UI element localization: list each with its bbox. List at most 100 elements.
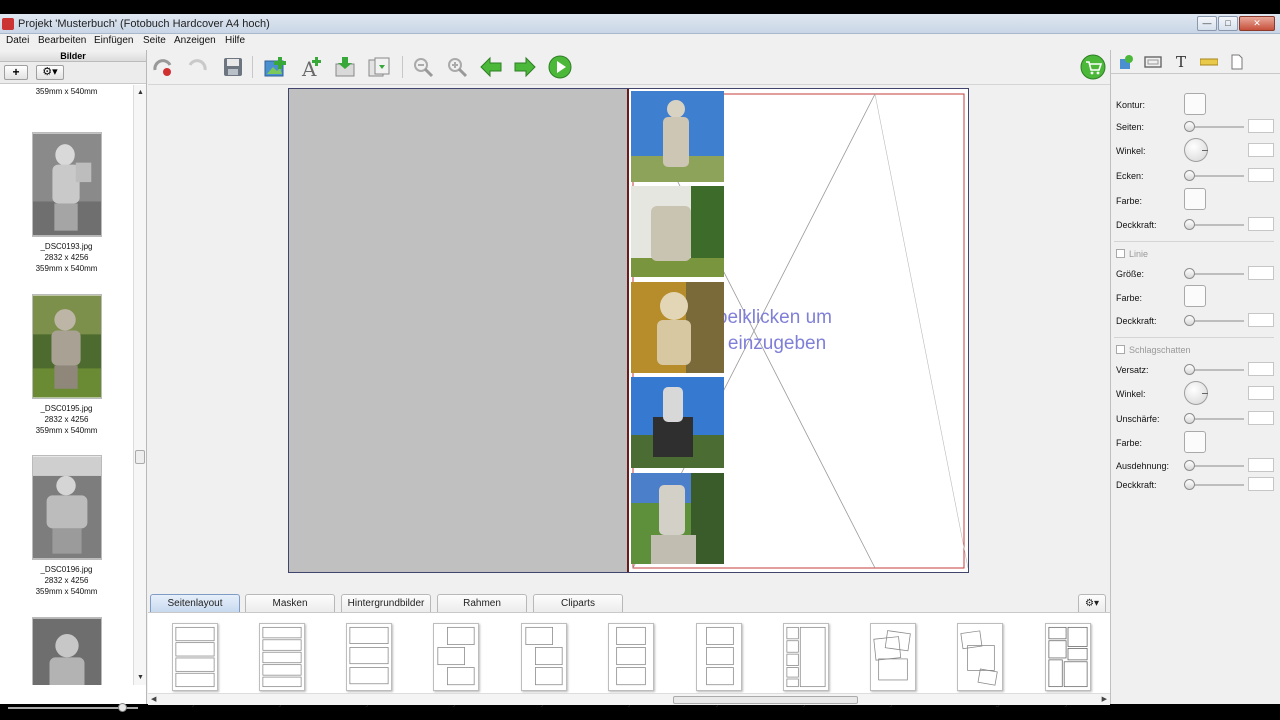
menu-einfuegen[interactable]: Einfügen — [94, 35, 133, 46]
prev-page-icon[interactable] — [478, 54, 504, 80]
maximize-button[interactable]: □ — [1218, 16, 1238, 31]
images-scrollbar[interactable]: ▲ ▼ — [133, 85, 146, 685]
statue-thumbnail-icon[interactable] — [31, 132, 102, 237]
page-icon[interactable] — [1227, 54, 1247, 70]
menu-bearbeiten[interactable]: Bearbeiten — [38, 35, 86, 46]
scroll-down-icon[interactable]: ▼ — [137, 674, 144, 681]
photo-frame-2[interactable] — [631, 186, 724, 277]
tab-rahmen[interactable]: Rahmen — [437, 594, 527, 612]
tab-seitenlayout[interactable]: Seitenlayout — [150, 594, 240, 612]
close-button[interactable]: ✕ — [1239, 16, 1275, 31]
menu-hilfe[interactable]: Hilfe — [225, 35, 245, 46]
versatz-slider[interactable] — [1184, 364, 1244, 375]
layout-gallery-scrollbar[interactable]: ◀ ▶ — [148, 693, 1110, 705]
unschaerfe-input[interactable] — [1248, 411, 1274, 425]
add-text-icon[interactable]: A — [298, 54, 324, 80]
properties-icon[interactable] — [1116, 54, 1136, 70]
slider-knob[interactable] — [1184, 413, 1195, 424]
winkel-input[interactable] — [1248, 143, 1274, 157]
image-item[interactable]: _DSC0195.jpg 2832 x 4256 359mm x 540mm — [0, 294, 133, 436]
deckkraft-input[interactable] — [1248, 217, 1274, 231]
photo-frame-3[interactable] — [631, 282, 724, 373]
image-item[interactable]: _DSC0193.jpg 2832 x 4256 359mm x 540mm — [0, 132, 133, 274]
schatten-winkel-input[interactable] — [1248, 386, 1274, 400]
play-icon[interactable] — [547, 54, 573, 80]
menu-datei[interactable]: Datei — [6, 35, 29, 46]
images-settings-button[interactable]: ⚙▾ — [36, 65, 64, 80]
page-canvas[interactable]: Doppelklicken um Text einzugeben — [148, 84, 1110, 592]
tab-masken[interactable]: Masken — [245, 594, 335, 612]
image-item[interactable] — [0, 617, 133, 685]
linie-checkbox[interactable] — [1116, 249, 1125, 258]
photo-frame-4[interactable] — [631, 377, 724, 468]
layout-preview-icon — [1045, 623, 1091, 691]
image-item[interactable]: _DSC0196.jpg 2832 x 4256 359mm x 540mm — [0, 455, 133, 597]
redo-icon[interactable] — [184, 54, 210, 80]
import-icon[interactable] — [332, 54, 358, 80]
text-icon[interactable]: T — [1171, 53, 1191, 71]
linie-deckkraft-input[interactable] — [1248, 313, 1274, 327]
photo-frame-1[interactable] — [631, 91, 724, 182]
slider-knob[interactable] — [1184, 219, 1195, 230]
versatz-input[interactable] — [1248, 362, 1274, 376]
tab-cliparts[interactable]: Cliparts — [533, 594, 623, 612]
save-icon[interactable] — [220, 54, 246, 80]
menu-anzeigen[interactable]: Anzeigen — [174, 35, 216, 46]
scroll-right-icon[interactable]: ▶ — [1102, 695, 1107, 703]
slider-knob[interactable] — [118, 703, 127, 712]
schatten-winkel-dial[interactable] — [1184, 381, 1208, 405]
scrollbar-thumb[interactable] — [673, 696, 858, 704]
ausdehnung-slider[interactable] — [1184, 460, 1244, 471]
left-page[interactable] — [289, 89, 629, 572]
slider-knob[interactable] — [1184, 268, 1195, 279]
kontur-swatch[interactable] — [1184, 93, 1206, 115]
thumbnail-size-slider[interactable] — [8, 703, 138, 712]
page-spread[interactable]: Doppelklicken um Text einzugeben — [288, 88, 969, 573]
slider-knob[interactable] — [1184, 315, 1195, 326]
seiten-slider[interactable] — [1184, 121, 1244, 132]
tab-hintergrundbilder[interactable]: Hintergrundbilder — [341, 594, 431, 612]
deckkraft-slider[interactable] — [1184, 219, 1244, 230]
ausdehnung-input[interactable] — [1248, 458, 1274, 472]
slider-knob[interactable] — [1184, 170, 1195, 181]
minimize-button[interactable]: — — [1197, 16, 1217, 31]
cart-icon[interactable] — [1080, 54, 1106, 80]
unschaerfe-slider[interactable] — [1184, 413, 1244, 424]
farbe-swatch[interactable] — [1184, 188, 1206, 210]
scroll-left-icon[interactable]: ◀ — [151, 695, 156, 703]
ecken-slider[interactable] — [1184, 170, 1244, 181]
photo-frame-5[interactable] — [631, 473, 724, 564]
statue-thumbnail-icon[interactable] — [31, 294, 102, 399]
seiten-input[interactable] — [1248, 119, 1274, 133]
ecken-input[interactable] — [1248, 168, 1274, 182]
undo-icon[interactable] — [150, 54, 176, 80]
zoom-in-icon[interactable] — [444, 54, 470, 80]
frame-icon[interactable] — [1143, 54, 1163, 70]
add-image-icon[interactable] — [262, 54, 288, 80]
slider-knob[interactable] — [1184, 479, 1195, 490]
schlagschatten-checkbox[interactable] — [1116, 345, 1125, 354]
export-icon[interactable] — [366, 54, 392, 80]
groesse-slider[interactable] — [1184, 268, 1244, 279]
slider-knob[interactable] — [1184, 460, 1195, 471]
schatten-deckkraft-input[interactable] — [1248, 477, 1274, 491]
slider-knob[interactable] — [1184, 121, 1195, 132]
ruler-icon[interactable] — [1199, 54, 1219, 70]
scroll-up-icon[interactable]: ▲ — [137, 89, 144, 96]
groesse-input[interactable] — [1248, 266, 1274, 280]
next-page-icon[interactable] — [512, 54, 538, 80]
menu-seite[interactable]: Seite — [143, 35, 166, 46]
statue-thumbnail-icon[interactable] — [31, 617, 102, 685]
statue-thumbnail-icon[interactable] — [31, 455, 102, 560]
linie-deckkraft-slider[interactable] — [1184, 315, 1244, 326]
linie-farbe-swatch[interactable] — [1184, 285, 1206, 307]
add-images-button[interactable]: + — [4, 65, 28, 80]
scrollbar-thumb[interactable] — [135, 450, 145, 464]
schatten-farbe-swatch[interactable] — [1184, 431, 1206, 453]
right-page[interactable]: Doppelklicken um Text einzugeben — [631, 89, 968, 572]
zoom-out-icon[interactable] — [410, 54, 436, 80]
library-settings-button[interactable]: ⚙▾ — [1078, 594, 1106, 612]
winkel-dial[interactable] — [1184, 138, 1208, 162]
schatten-deckkraft-slider[interactable] — [1184, 479, 1244, 490]
slider-knob[interactable] — [1184, 364, 1195, 375]
